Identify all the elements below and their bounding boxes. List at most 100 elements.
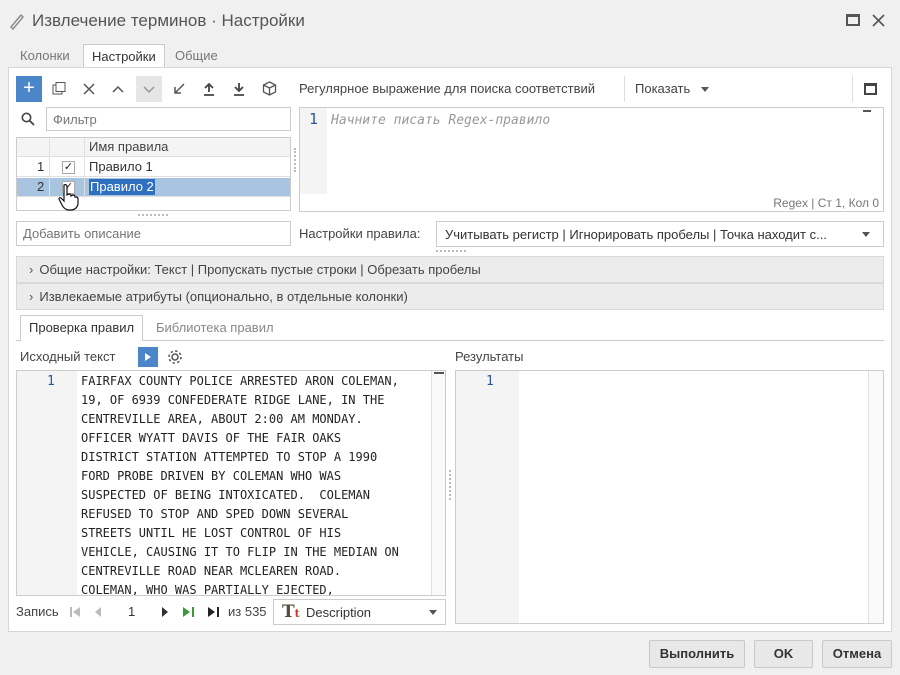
rule-name-header[interactable]: Имя правила bbox=[89, 138, 168, 157]
end-record-icon[interactable] bbox=[207, 606, 221, 618]
source-line: CENTREVILLE ROAD NEAR MCLEAREN ROAD. bbox=[81, 564, 342, 578]
grid-column-divider bbox=[49, 138, 50, 198]
source-line: SUSPECTED OF BEING INTOXICATED. COLEMAN bbox=[81, 488, 370, 502]
source-text-label: Исходный текст bbox=[20, 349, 116, 364]
chevron-down-icon bbox=[862, 232, 870, 237]
section-label: Извлекаемые атрибуты (опционально, в отд… bbox=[39, 289, 408, 304]
rule-settings-value: Учитывать регистр | Игнорировать пробелы… bbox=[445, 227, 827, 242]
import-icon[interactable] bbox=[172, 82, 186, 96]
rule-name-editing[interactable]: Правило 2 bbox=[89, 179, 155, 195]
chevron-right-icon: › bbox=[29, 262, 34, 277]
source-line: DISTRICT STATION ATTEMPTED TO STOP A 199… bbox=[81, 450, 378, 464]
results-scrollbar[interactable] bbox=[868, 371, 883, 623]
current-record[interactable]: 1 bbox=[128, 604, 135, 619]
record-count: из 535 bbox=[228, 604, 267, 619]
field-selector[interactable]: Tt Description bbox=[273, 599, 446, 625]
delete-icon[interactable] bbox=[83, 83, 95, 95]
source-text-content: FAIRFAX COUNTY POLICE ARRESTED ARON COLE… bbox=[81, 372, 399, 596]
resize-grip[interactable] bbox=[436, 250, 466, 253]
source-line: CENTREVILLE AREA, ABOUT 2:00 AM MONDAY. bbox=[81, 412, 363, 426]
rule-settings-label: Настройки правила: bbox=[299, 226, 421, 241]
gear-icon[interactable] bbox=[167, 349, 183, 365]
move-up-icon[interactable] bbox=[112, 84, 124, 94]
scrollbar-thumb[interactable] bbox=[434, 372, 444, 374]
last-record-icon[interactable] bbox=[182, 606, 196, 618]
general-settings-section[interactable]: › Общие настройки: Текст | Пропускать пус… bbox=[16, 256, 884, 283]
ok-button[interactable]: OK bbox=[754, 640, 813, 668]
resize-grip[interactable] bbox=[138, 214, 168, 217]
close-icon[interactable] bbox=[872, 14, 885, 27]
toolbar-divider-2 bbox=[852, 76, 853, 102]
upload-icon[interactable] bbox=[202, 82, 216, 96]
source-line: FAIRFAX COUNTY POLICE ARRESTED ARON COLE… bbox=[81, 374, 399, 388]
source-line: OFFICER WYATT DAVIS OF THE FAIR OAKS bbox=[81, 431, 342, 445]
first-record-icon[interactable] bbox=[69, 606, 81, 618]
editor-scrollbar[interactable] bbox=[863, 110, 871, 190]
source-line-number: 1 bbox=[47, 374, 55, 389]
text-type-icon: Tt bbox=[282, 602, 300, 622]
extracted-attributes-section[interactable]: › Извлекаемые атрибуты (опционально, в от… bbox=[16, 283, 884, 310]
grid-header: Имя правила bbox=[17, 138, 290, 157]
source-scrollbar[interactable] bbox=[431, 371, 445, 595]
move-down-icon bbox=[143, 86, 155, 94]
splitter-grip[interactable] bbox=[449, 470, 452, 500]
tab-columns[interactable]: Колонки bbox=[12, 44, 78, 68]
window-title: Извлечение терминов · Настройки bbox=[32, 11, 305, 30]
rule-checkbox[interactable]: ✓ bbox=[62, 161, 75, 174]
play-icon bbox=[145, 353, 151, 361]
source-line: STREETS UNTIL HE LOST CONTROL OF HIS bbox=[81, 526, 342, 540]
tab-general[interactable]: Общие bbox=[167, 44, 226, 68]
results-line-number: 1 bbox=[486, 374, 494, 389]
title-bar: Извлечение терминов · Настройки bbox=[0, 0, 900, 42]
next-record-icon[interactable] bbox=[160, 606, 170, 618]
section-label: Общие настройки: Текст | Пропускать пуст… bbox=[39, 262, 481, 277]
editor-gutter bbox=[456, 371, 519, 623]
filter-input[interactable] bbox=[46, 107, 291, 131]
description-input[interactable] bbox=[16, 221, 291, 246]
source-line: 19, OF 6939 CONFEDERATE RIDGE LANE, IN T… bbox=[81, 393, 385, 407]
show-dropdown[interactable]: Показать bbox=[635, 81, 690, 96]
grid-column-divider bbox=[84, 138, 85, 198]
editor-line-number: 1 bbox=[309, 110, 319, 128]
toolbar-divider bbox=[624, 76, 625, 102]
chevron-down-icon bbox=[701, 87, 709, 92]
row-number: 2 bbox=[37, 179, 45, 194]
regex-label: Регулярное выражение для поиска соответс… bbox=[299, 81, 596, 96]
results-editor[interactable]: 1 bbox=[455, 370, 884, 624]
source-line: COLEMAN, WHO WAS PARTIALLY EJECTED, bbox=[81, 583, 334, 596]
results-label: Результаты bbox=[455, 349, 524, 364]
hand-cursor-icon bbox=[58, 184, 79, 211]
source-line: REFUSED TO STOP AND SPED DOWN SEVERAL bbox=[81, 507, 349, 521]
run-button[interactable]: Выполнить bbox=[649, 640, 745, 668]
table-row[interactable]: 1 ✓ Правило 1 bbox=[17, 158, 290, 177]
editor-gutter bbox=[17, 371, 77, 595]
editor-status: Regex | Ст 1, Кол 0 bbox=[773, 196, 879, 210]
maximize-editor-icon[interactable] bbox=[864, 83, 877, 95]
source-line: VEHICLE, CAUSING IT TO FLIP IN THE MEDIA… bbox=[81, 545, 399, 559]
editor-placeholder: Начните писать Regex-правило bbox=[331, 113, 551, 128]
tab-rule-library[interactable]: Библиотека правил bbox=[156, 320, 274, 335]
pencil-icon bbox=[10, 13, 24, 30]
previous-record-icon[interactable] bbox=[93, 606, 103, 618]
record-label: Запись bbox=[16, 604, 59, 619]
add-rule-button[interactable]: + bbox=[16, 76, 42, 102]
download-icon[interactable] bbox=[232, 82, 246, 96]
row-number: 1 bbox=[37, 159, 45, 174]
rule-name[interactable]: Правило 1 bbox=[89, 158, 153, 177]
field-name: Description bbox=[306, 605, 372, 620]
rule-settings-dropdown[interactable]: Учитывать регистр | Игнорировать пробелы… bbox=[436, 221, 884, 247]
tabs-baseline bbox=[16, 340, 884, 341]
copy-icon[interactable] bbox=[52, 82, 66, 96]
tab-rule-check[interactable]: Проверка правил bbox=[20, 315, 144, 341]
run-preview-button[interactable] bbox=[138, 347, 158, 367]
cube-icon[interactable] bbox=[262, 81, 277, 96]
source-text-editor[interactable]: 1 FAIRFAX COUNTY POLICE ARRESTED ARON CO… bbox=[16, 370, 446, 596]
maximize-icon[interactable] bbox=[846, 14, 860, 26]
move-down-button[interactable] bbox=[136, 76, 162, 102]
source-line: FORD PROBE DRIVEN BY COLEMAN WHO WAS bbox=[81, 469, 342, 483]
chevron-down-icon bbox=[429, 610, 437, 615]
cancel-button[interactable]: Отмена bbox=[822, 640, 892, 668]
tab-settings[interactable]: Настройки bbox=[83, 44, 165, 68]
splitter-grip[interactable] bbox=[294, 148, 297, 172]
regex-editor[interactable]: 1 Начните писать Regex-правило Regex | С… bbox=[299, 107, 884, 212]
